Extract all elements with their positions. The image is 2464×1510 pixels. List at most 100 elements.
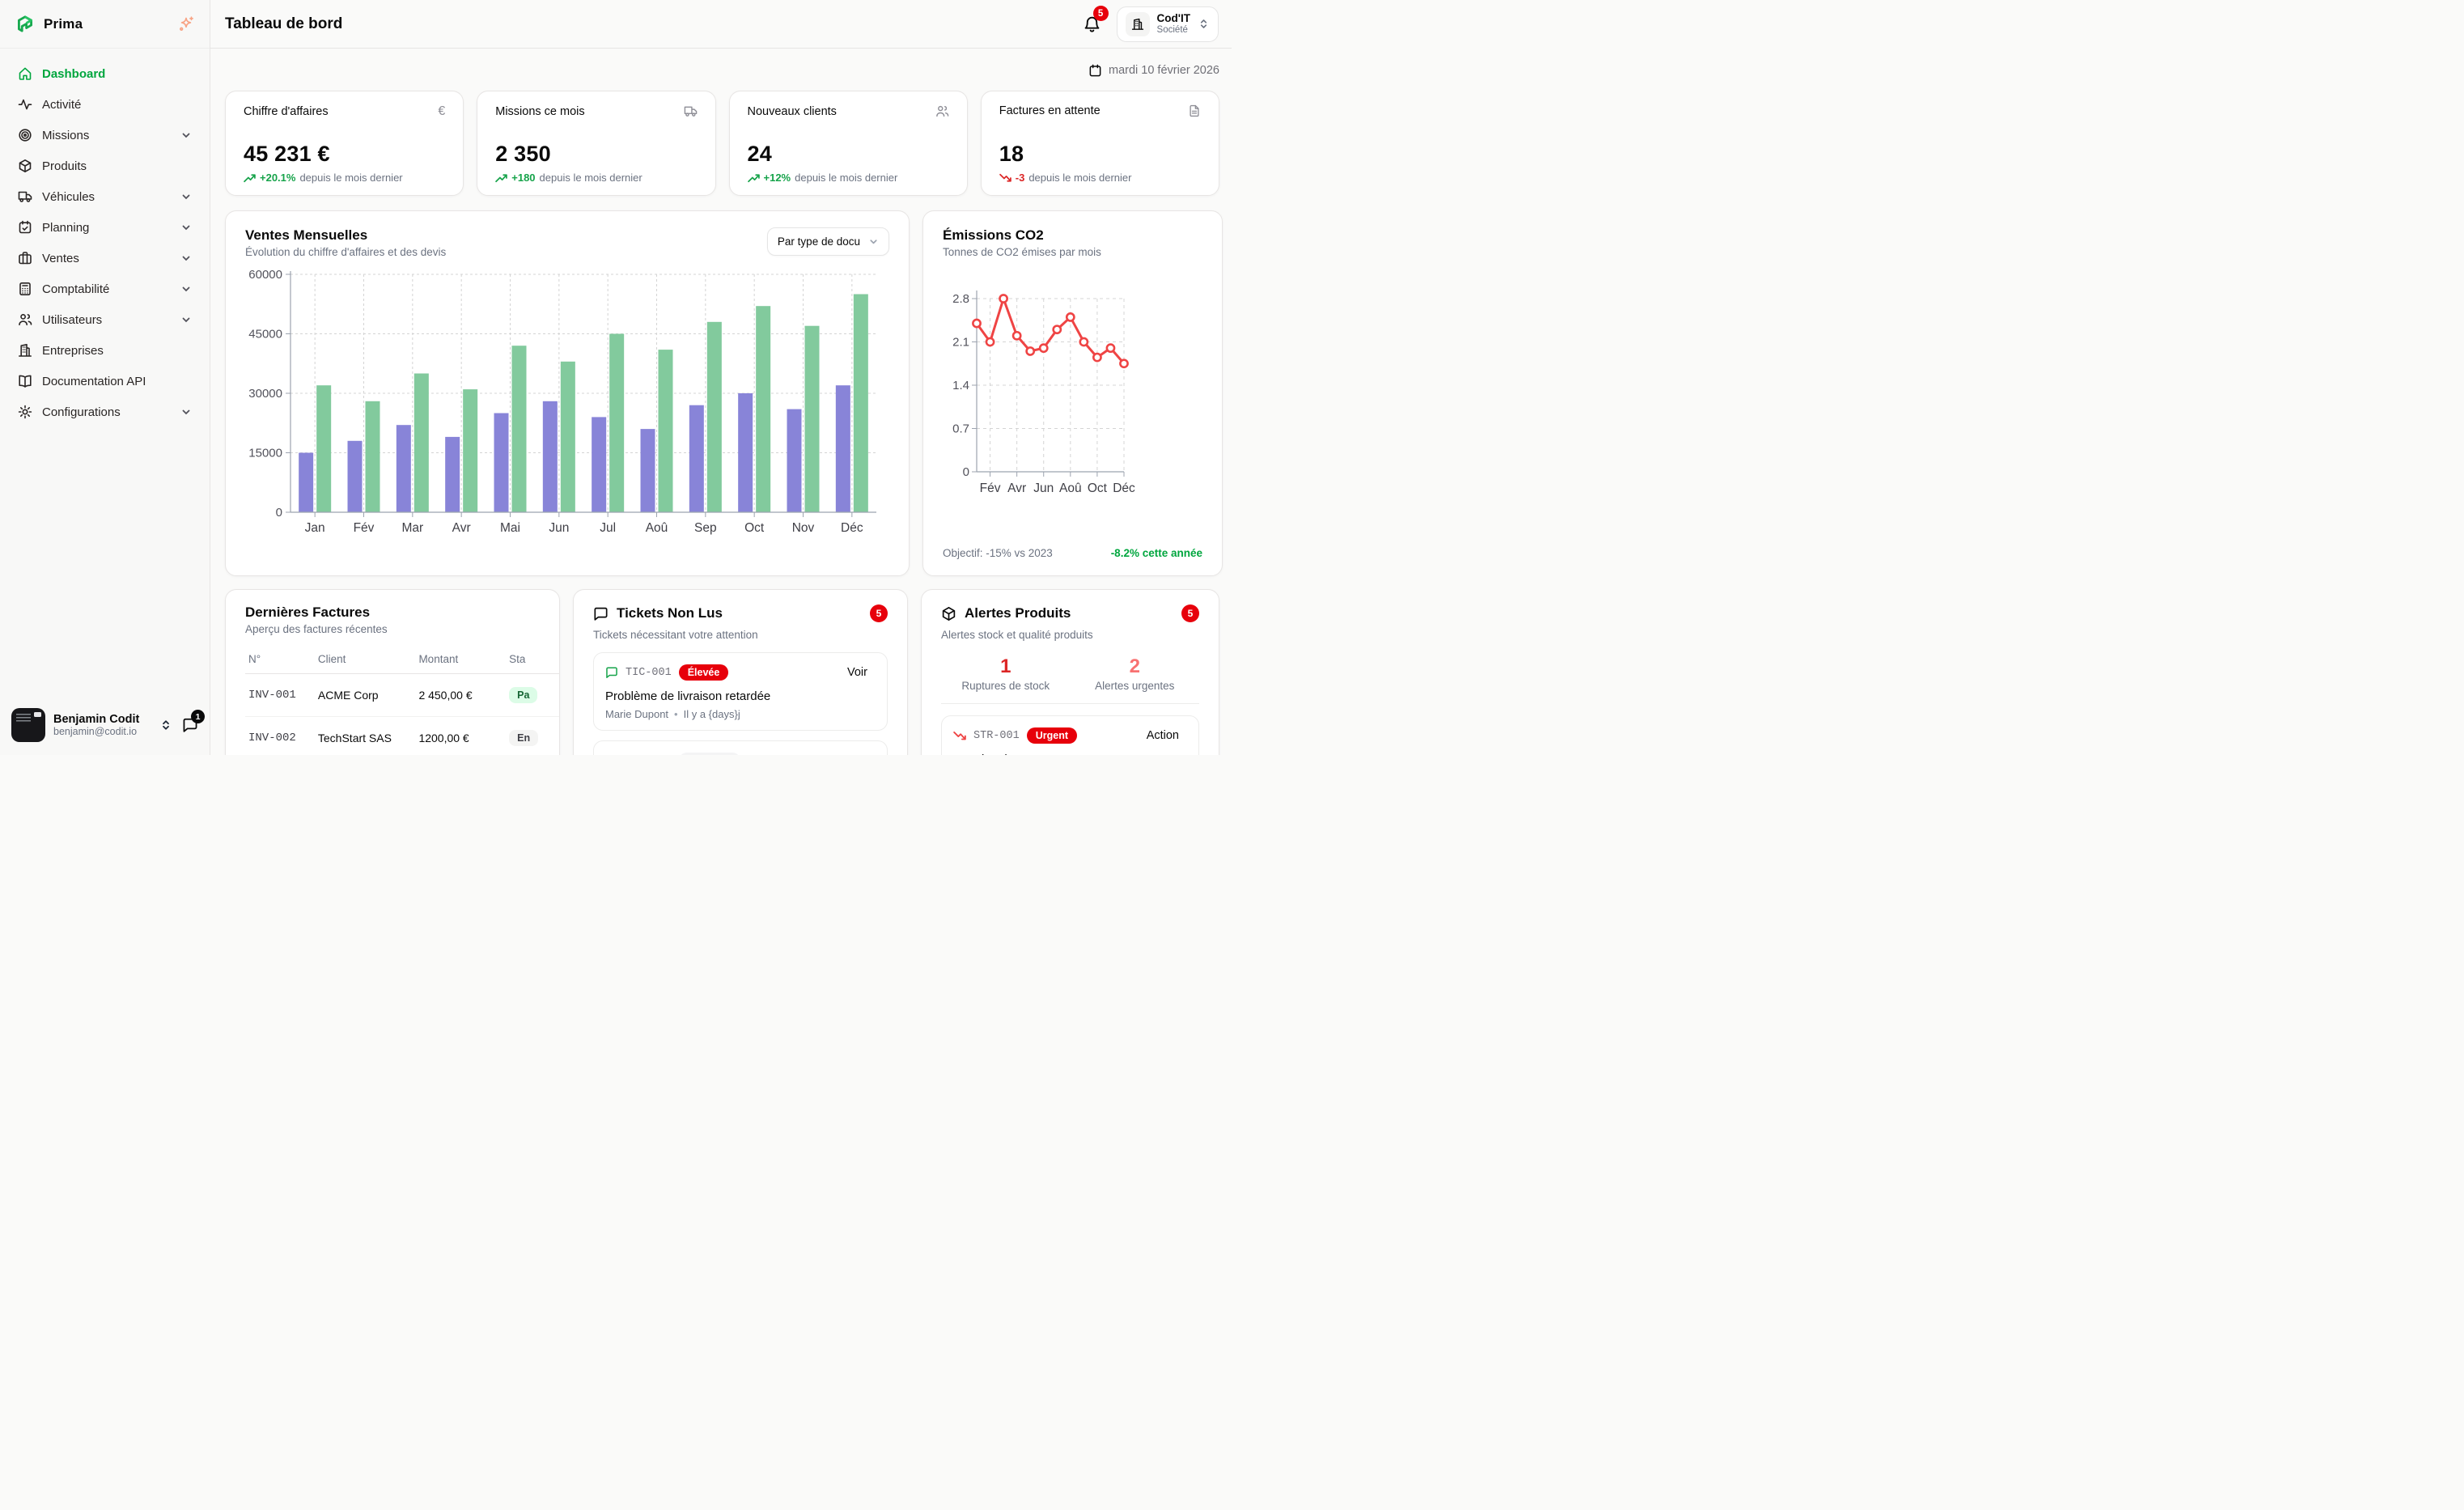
sales-chart-title: Ventes Mensuelles xyxy=(245,227,446,244)
kpi-value: 45 231 € xyxy=(244,142,445,167)
kpi-value: 18 xyxy=(999,142,1201,167)
chevrons-up-down-icon[interactable] xyxy=(159,719,172,732)
priority-badge: Moyenne xyxy=(679,753,740,755)
chat-badge: 1 xyxy=(191,710,205,723)
sidebar-item-comptabilite[interactable]: Comptabilité xyxy=(10,275,200,303)
view-ticket-button[interactable]: Voir xyxy=(839,663,876,682)
ticket-item[interactable]: TIC-001 Élevée Voir Problème de livraiso… xyxy=(593,652,888,731)
ticket-author: Marie Dupont xyxy=(605,708,668,720)
tickets-count-badge: 5 xyxy=(870,604,888,622)
tickets-title: Tickets Non Lus xyxy=(617,605,723,621)
svg-text:Oct: Oct xyxy=(744,521,765,535)
col-header-montant: Montant xyxy=(415,647,506,674)
svg-text:Avr: Avr xyxy=(452,521,471,535)
sidebar-item-documentation-api[interactable]: Documentation API xyxy=(10,367,200,395)
co2-chart-title: Émissions CO2 xyxy=(943,227,1101,244)
sidebar-item-produits[interactable]: Produits xyxy=(10,152,200,180)
sidebar-item-ventes[interactable]: Ventes xyxy=(10,244,200,272)
date-row: mardi 10 février 2026 xyxy=(225,57,1219,84)
co2-chart-subtitle: Tonnes de CO2 émises par mois xyxy=(943,246,1101,258)
sidebar-item-label: Planning xyxy=(42,221,171,235)
svg-text:Fév: Fév xyxy=(980,481,1001,495)
ticket-time: Il y a {days}j xyxy=(684,708,740,720)
svg-text:Aoû: Aoû xyxy=(1059,481,1082,495)
kpi-grid: Chiffre d'affaires € 45 231 € +20.1% dep… xyxy=(225,91,1219,196)
sidebar-item-missions[interactable]: Missions xyxy=(10,121,200,149)
chevron-down-icon xyxy=(180,222,192,233)
sidebar-item-utilisateurs[interactable]: Utilisateurs xyxy=(10,306,200,333)
urgent-count: 2 xyxy=(1071,655,1200,678)
building-icon xyxy=(18,343,32,358)
kpi-value: 24 xyxy=(748,142,949,167)
alerts-count-badge: 5 xyxy=(1181,604,1199,622)
sidebar-item-activite[interactable]: Activité xyxy=(10,91,200,118)
kpi-title: Factures en attente xyxy=(999,104,1101,117)
sidebar-item-dashboard[interactable]: Dashboard xyxy=(10,60,200,87)
notifications-button[interactable]: 5 xyxy=(1080,12,1104,36)
svg-text:Déc: Déc xyxy=(1113,481,1135,495)
chevron-down-icon xyxy=(180,406,192,418)
sidebar-item-label: Missions xyxy=(42,129,171,142)
sidebar-item-label: Produits xyxy=(42,159,192,173)
sidebar: Prima Dashboard Activité Missions Produi… xyxy=(0,0,210,755)
alerts-title: Alertes Produits xyxy=(965,605,1071,621)
kpi-title: Chiffre d'affaires xyxy=(244,105,329,118)
sidebar-user[interactable]: Benjamin Codit benjamin@codit.io 1 xyxy=(0,698,210,755)
kpi-suffix: depuis le mois dernier xyxy=(795,172,897,184)
stockout-label: Ruptures de stock xyxy=(941,680,1071,692)
kpi-title: Missions ce mois xyxy=(495,105,584,118)
ticket-item[interactable]: TIC-002 Moyenne Voir xyxy=(593,740,888,755)
ticket-id: TIC-002 xyxy=(626,755,672,756)
app-name: Prima xyxy=(44,16,83,32)
alert-subject: Sangles de transport xyxy=(953,753,1187,755)
kpi-delta: +12% xyxy=(764,172,791,184)
invoice-number: INV-001 xyxy=(245,674,315,717)
sidebar-item-label: Dashboard xyxy=(42,67,192,81)
tickets-subtitle: Tickets nécessitant votre attention xyxy=(593,629,888,641)
target-icon xyxy=(18,128,32,142)
svg-text:Jun: Jun xyxy=(549,521,569,535)
table-row[interactable]: INV-001 ACME Corp 2 450,00 € Pa xyxy=(245,674,560,717)
svg-text:Oct: Oct xyxy=(1088,481,1108,495)
package-icon xyxy=(18,159,32,173)
severity-badge: Urgent xyxy=(1027,727,1077,744)
kpi-delta: +180 xyxy=(511,172,535,184)
users-icon xyxy=(935,104,949,118)
kpi-card-revenue: Chiffre d'affaires € 45 231 € +20.1% dep… xyxy=(225,91,464,196)
chart-type-select-value: Par type de docu xyxy=(778,235,860,248)
kpi-card-invoices: Factures en attente 18 -3 depuis le mois… xyxy=(981,91,1219,196)
alert-item[interactable]: STR-001 Urgent Action Sangles de transpo… xyxy=(941,715,1199,755)
gear-icon xyxy=(18,405,32,419)
chat-button[interactable]: 1 xyxy=(182,717,198,733)
kpi-delta: -3 xyxy=(1016,172,1025,184)
alert-action-button[interactable]: Action xyxy=(1139,726,1187,745)
prima-logo-icon xyxy=(15,14,36,35)
sparkles-icon[interactable] xyxy=(177,15,195,33)
view-ticket-button[interactable]: Voir xyxy=(839,751,876,755)
status-badge: En xyxy=(509,730,538,746)
chart-type-select[interactable]: Par type de docu xyxy=(767,227,889,256)
invoice-client: ACME Corp xyxy=(315,674,416,717)
svg-text:Jun: Jun xyxy=(1033,481,1054,495)
trending-up-icon xyxy=(244,173,256,183)
kpi-title: Nouveaux clients xyxy=(748,105,837,118)
svg-text:Jul: Jul xyxy=(600,521,616,535)
sales-chart-card: Ventes Mensuelles Évolution du chiffre d… xyxy=(225,210,910,576)
urgent-stat: 2 Alertes urgentes xyxy=(1071,655,1200,692)
table-row[interactable]: INV-002 TechStart SAS 1200,00 € En xyxy=(245,717,560,756)
kpi-value: 2 350 xyxy=(495,142,697,167)
col-header-client: Client xyxy=(315,647,416,674)
company-selector[interactable]: Cod'IT Société xyxy=(1117,6,1219,42)
invoices-table: N° Client Montant Sta INV-001 ACME Corp … xyxy=(245,647,560,755)
chevron-down-icon xyxy=(180,283,192,295)
sidebar-item-vehicules[interactable]: Véhicules xyxy=(10,183,200,210)
co2-chart-card: Émissions CO2 Tonnes de CO2 émises par m… xyxy=(922,210,1223,576)
sidebar-item-configurations[interactable]: Configurations xyxy=(10,398,200,426)
sidebar-item-planning[interactable]: Planning xyxy=(10,214,200,241)
page-title: Tableau de bord xyxy=(225,15,342,33)
kpi-suffix: depuis le mois dernier xyxy=(540,172,643,184)
user-email: benjamin@codit.io xyxy=(53,726,151,737)
current-date: mardi 10 février 2026 xyxy=(1109,64,1219,77)
user-name: Benjamin Codit xyxy=(53,713,151,726)
sidebar-item-entreprises[interactable]: Entreprises xyxy=(10,337,200,364)
